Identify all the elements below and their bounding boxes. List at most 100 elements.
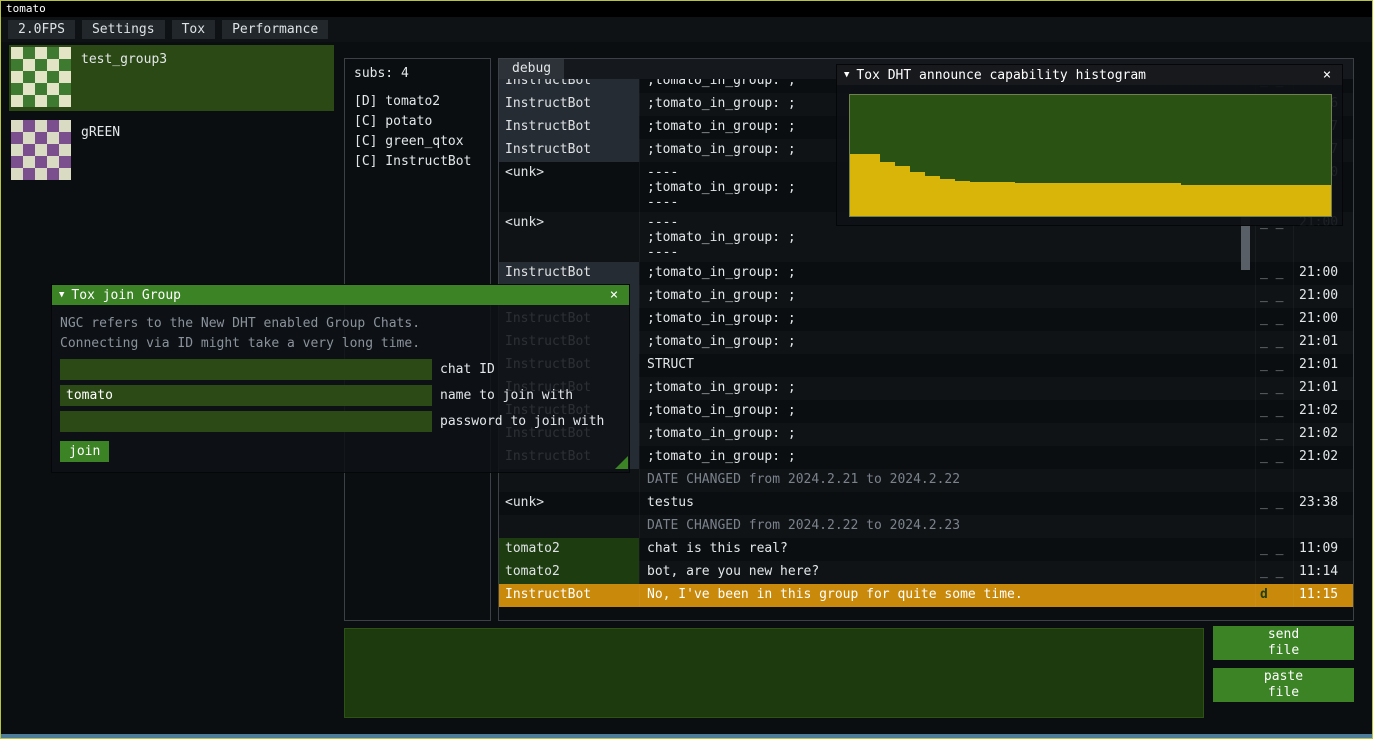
message-timestamp: 21:00 <box>1293 308 1353 331</box>
message-text: ;tomato_in_group: ; <box>639 400 1255 423</box>
message-timestamp: 21:02 <box>1293 446 1353 469</box>
ngc-info-line-2: Connecting via ID might take a very long… <box>60 334 621 354</box>
histogram-bar <box>1316 185 1331 216</box>
join-group-window-titlebar[interactable]: ▼ Tox join Group × <box>52 285 629 305</box>
message-status-flags: _ _ <box>1255 423 1293 446</box>
message-status-flags: _ _ <box>1255 262 1293 285</box>
member-item[interactable]: [D] tomato2 <box>354 92 481 112</box>
menu-bar: 2.0FPS Settings Tox Performance <box>1 17 1372 42</box>
group-name: test_group3 <box>81 52 167 109</box>
join-button[interactable]: join <box>60 441 109 462</box>
title-bar: tomato <box>1 1 1372 17</box>
histogram-bar <box>1030 183 1045 216</box>
join-password-label: password to join with <box>440 414 604 429</box>
join-name-input[interactable]: tomato <box>60 385 432 406</box>
menu-settings[interactable]: Settings <box>82 20 165 39</box>
message-timestamp: 21:01 <box>1293 377 1353 400</box>
message-status-flags: _ _ <box>1255 285 1293 308</box>
sender-name: InstructBot <box>499 139 639 162</box>
app-window: tomato 2.0FPS Settings Tox Performance t… <box>0 0 1373 739</box>
message-row[interactable]: <unk>testus_ _23:38 <box>499 492 1353 515</box>
message-timestamp: 21:00 <box>1293 285 1353 308</box>
sender-name: InstructBot <box>499 584 639 607</box>
histogram-bar <box>1106 183 1121 216</box>
sender-name: <unk> <box>499 212 639 262</box>
member-item[interactable]: [C] green_qtox <box>354 132 481 152</box>
message-text: ;tomato_in_group: ; <box>639 262 1255 285</box>
message-row[interactable]: InstructBot;tomato_in_group: ;_ _21:00 <box>499 262 1353 285</box>
dht-histogram-window-titlebar[interactable]: ▼ Tox DHT announce capability histogram … <box>837 65 1342 85</box>
histogram-bar <box>1045 183 1060 216</box>
join-group-window: ▼ Tox join Group × NGC refers to the New… <box>51 284 630 473</box>
sender-name: <unk> <box>499 492 639 515</box>
message-text: ;tomato_in_group: ; <box>639 446 1255 469</box>
bottom-edge-strip <box>1 734 1372 738</box>
histogram-bar <box>1196 185 1211 216</box>
message-row[interactable]: InstructBotNo, I've been in this group f… <box>499 584 1353 607</box>
close-icon[interactable]: × <box>606 287 622 303</box>
histogram-bar <box>1151 183 1166 216</box>
menu-tox[interactable]: Tox <box>172 20 215 39</box>
join-name-label: name to join with <box>440 388 573 403</box>
message-status-flags <box>1255 515 1293 538</box>
collapse-arrow-icon[interactable]: ▼ <box>844 70 849 80</box>
histogram-bar <box>895 166 910 216</box>
histogram-plot <box>849 94 1332 217</box>
tab-debug[interactable]: debug <box>499 59 564 79</box>
group-avatar <box>11 47 71 107</box>
message-status-flags: d <box>1255 584 1293 607</box>
message-status-flags: _ _ <box>1255 354 1293 377</box>
message-timestamp: 21:01 <box>1293 331 1353 354</box>
sender-name: tomato2 <box>499 538 639 561</box>
message-status-flags: _ _ <box>1255 538 1293 561</box>
histogram-bar <box>985 182 1000 216</box>
window-title: tomato <box>6 2 46 15</box>
message-text: chat is this real? <box>639 538 1255 561</box>
sender-name: tomato2 <box>499 561 639 584</box>
histogram-bar <box>1075 183 1090 216</box>
message-row[interactable]: tomato2bot, are you new here?_ _11:14 <box>499 561 1353 584</box>
message-text: bot, are you new here? <box>639 561 1255 584</box>
group-item-test_group3[interactable]: test_group3 <box>9 45 334 111</box>
histogram-bar <box>925 176 940 216</box>
message-input[interactable] <box>344 628 1204 718</box>
join-password-input[interactable] <box>60 411 432 432</box>
send-file-button[interactable]: send file <box>1213 626 1354 660</box>
message-text: ;tomato_in_group: ; <box>639 377 1255 400</box>
group-item-green[interactable]: gREEN <box>9 118 334 184</box>
message-timestamp: 21:02 <box>1293 423 1353 446</box>
paste-file-button[interactable]: paste file <box>1213 668 1354 702</box>
member-item[interactable]: [C] potato <box>354 112 481 132</box>
message-timestamp <box>1293 469 1353 492</box>
message-text: DATE CHANGED from 2024.2.22 to 2024.2.23 <box>639 515 1255 538</box>
date-separator-row: DATE CHANGED from 2024.2.22 to 2024.2.23 <box>499 515 1353 538</box>
histogram-bar <box>910 172 925 216</box>
message-row[interactable]: tomato2chat is this real?_ _11:09 <box>499 538 1353 561</box>
histogram-bar <box>1181 185 1196 216</box>
message-text: No, I've been in this group for quite so… <box>639 584 1255 607</box>
histogram-bar <box>1000 182 1015 216</box>
message-timestamp: 21:02 <box>1293 400 1353 423</box>
chat-id-input[interactable] <box>60 359 432 380</box>
group-name: gREEN <box>81 125 120 182</box>
message-timestamp <box>1293 515 1353 538</box>
member-item[interactable]: [C] InstructBot <box>354 152 481 172</box>
histogram-bar <box>850 154 865 216</box>
menu-performance[interactable]: Performance <box>222 20 328 39</box>
subs-count-label: subs: 4 <box>354 66 481 81</box>
message-status-flags: _ _ <box>1255 400 1293 423</box>
histogram-bar <box>1060 183 1075 216</box>
message-status-flags: _ _ <box>1255 561 1293 584</box>
collapse-arrow-icon[interactable]: ▼ <box>59 290 64 300</box>
groups-sidebar: test_group3 gREEN <box>9 45 334 191</box>
resize-grip[interactable] <box>615 456 628 469</box>
message-status-flags: _ _ <box>1255 377 1293 400</box>
histogram-bar <box>1015 183 1030 216</box>
histogram-bar <box>955 181 970 216</box>
message-status-flags <box>1255 469 1293 492</box>
close-icon[interactable]: × <box>1319 67 1335 83</box>
message-text: STRUCT <box>639 354 1255 377</box>
dht-histogram-window: ▼ Tox DHT announce capability histogram … <box>836 64 1343 226</box>
histogram-bar <box>880 162 895 216</box>
histogram-bar <box>970 182 985 216</box>
